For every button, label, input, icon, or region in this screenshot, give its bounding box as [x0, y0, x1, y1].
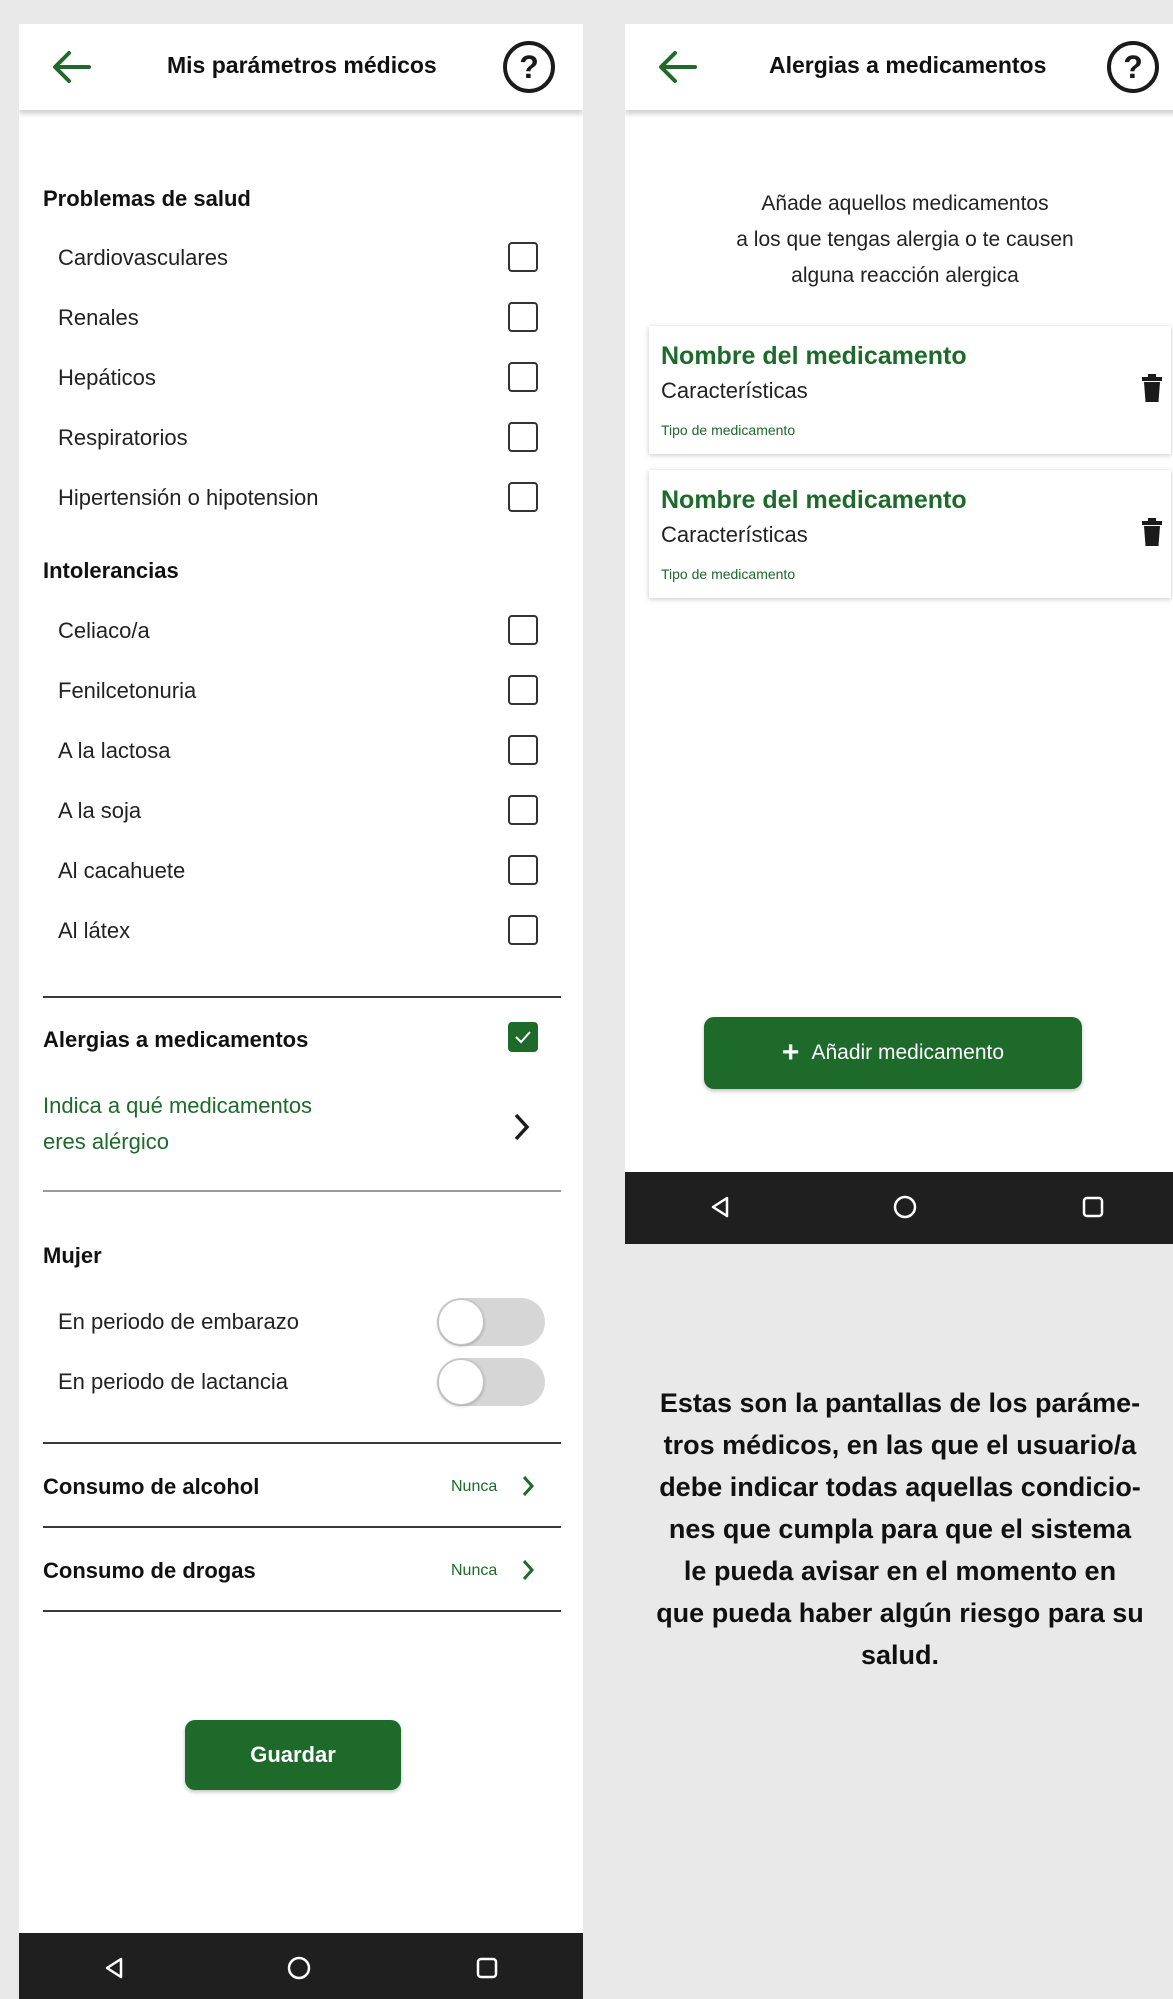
checkbox-label: Celiaco/a [58, 618, 150, 643]
medication-card[interactable]: Nombre del medicamento Características T… [649, 326, 1171, 454]
divider [43, 1442, 561, 1444]
caption-line: nes que cumpla para que el sistema [668, 1514, 1132, 1544]
checkbox-label: Al cacahuete [58, 858, 186, 883]
nav-home-icon[interactable] [286, 1955, 312, 1981]
back-arrow-icon[interactable] [655, 44, 701, 90]
caption-line: Estas son la pantallas de los paráme- [659, 1388, 1141, 1418]
checkbox-label: Hipertensión o hipotension [58, 485, 319, 510]
chevron-right-icon[interactable] [513, 1112, 531, 1142]
trash-icon[interactable] [1141, 374, 1163, 402]
section-heading-intolerances: Intolerancias [43, 558, 179, 583]
plus-icon: + [781, 1036, 800, 1069]
checkbox-lactose[interactable] [508, 735, 538, 765]
nav-back-icon[interactable] [101, 1955, 127, 1981]
toggle-label: En periodo de lactancia [58, 1369, 288, 1394]
checkbox-label: Hepáticos [58, 365, 156, 390]
checkbox-cardiovascular[interactable] [508, 242, 538, 272]
checkbox-respiratory[interactable] [508, 422, 538, 452]
add-medication-label: Añadir medicamento [811, 1041, 1005, 1064]
chevron-right-icon[interactable] [521, 1558, 535, 1582]
help-icon[interactable]: ? [503, 41, 555, 93]
app-bar: Alergias a medicamentos ? [625, 24, 1173, 110]
drugs-value[interactable]: Nunca [451, 1562, 497, 1580]
nav-recents-icon[interactable] [474, 1955, 500, 1981]
medical-params-screen: Mis parámetros médicos ? Problemas de sa… [19, 24, 583, 1999]
checkbox-label: Fenilcetonuria [58, 678, 197, 703]
intro-line: a los que tengas alergia o te causen [736, 228, 1074, 251]
checkbox-latex[interactable] [508, 915, 538, 945]
medication-card[interactable]: Nombre del medicamento Características T… [649, 470, 1171, 598]
back-arrow-icon[interactable] [49, 44, 95, 90]
page-title: Alergias a medicamentos [769, 52, 1047, 78]
medication-characteristics: Características [661, 378, 808, 403]
medication-name: Nombre del medicamento [661, 342, 967, 370]
medication-name: Nombre del medicamento [661, 486, 967, 514]
alcohol-label: Consumo de alcohol [43, 1474, 260, 1499]
checkbox-label: A la lactosa [58, 738, 171, 763]
intro-text: Añade aquellos medicamentos a los que te… [625, 186, 1173, 294]
checkbox-label: Al látex [58, 918, 131, 943]
divider [43, 1190, 561, 1192]
toggle-knob [438, 1359, 484, 1405]
nav-home-icon[interactable] [892, 1194, 918, 1220]
app-bar: Mis parámetros médicos ? [19, 24, 583, 110]
alcohol-value[interactable]: Nunca [451, 1478, 497, 1496]
checkbox-soy[interactable] [508, 795, 538, 825]
drug-allergies-screen: Alergias a medicamentos ? Añade aquellos… [625, 24, 1173, 1244]
medication-type: Tipo de medicamento [661, 566, 796, 582]
checkbox-peanut[interactable] [508, 855, 538, 885]
medication-type: Tipo de medicamento [661, 422, 796, 438]
toggle-label: En periodo de embarazo [58, 1309, 299, 1334]
section-heading-health-problems: Problemas de salud [43, 186, 251, 211]
description-caption: Estas son la pantallas de los paráme- tr… [620, 1382, 1173, 1676]
checkbox-label: A la soja [58, 798, 142, 823]
toggle-knob [438, 1299, 484, 1345]
trash-icon[interactable] [1141, 518, 1163, 546]
checkbox-celiac[interactable] [508, 615, 538, 645]
system-nav-bar [19, 1933, 583, 1999]
allergies-link-line1: Indica a qué medicamentos [43, 1093, 313, 1118]
caption-line: debe indicar todas aquellas condicio- [659, 1472, 1141, 1502]
section-heading-woman: Mujer [43, 1243, 102, 1268]
save-button[interactable]: Guardar [185, 1720, 401, 1790]
divider [43, 1610, 561, 1612]
allergies-link[interactable]: Indica a qué medicamentos eres alérgico [43, 1088, 373, 1160]
system-nav-bar [625, 1172, 1173, 1244]
chevron-right-icon[interactable] [521, 1474, 535, 1498]
nav-back-icon[interactable] [707, 1194, 733, 1220]
allergies-link-line2: eres alérgico [43, 1129, 169, 1154]
page-title: Mis parámetros médicos [167, 52, 437, 78]
intro-line: Añade aquellos medicamentos [761, 192, 1049, 215]
checkbox-renal[interactable] [508, 302, 538, 332]
check-icon [515, 1031, 531, 1044]
caption-line: tros médicos, en las que el usuario/a [663, 1430, 1137, 1460]
caption-line: salud. [860, 1640, 940, 1670]
checkbox-hepatic[interactable] [508, 362, 538, 392]
checkbox-hypertension[interactable] [508, 482, 538, 512]
checkbox-label: Cardiovasculares [58, 245, 228, 270]
nav-recents-icon[interactable] [1080, 1194, 1106, 1220]
medication-characteristics: Características [661, 522, 808, 547]
checkbox-label: Respiratorios [58, 425, 188, 450]
caption-line: le pueda avisar en el momento en [683, 1556, 1117, 1586]
divider [43, 1526, 561, 1528]
toggle-lactation[interactable] [437, 1358, 545, 1406]
checkbox-drug-allergies[interactable] [508, 1022, 538, 1052]
help-icon[interactable]: ? [1107, 41, 1159, 93]
drugs-label: Consumo de drogas [43, 1558, 256, 1583]
caption-line: que pueda haber algún riesgo para su [656, 1598, 1144, 1628]
checkbox-label: Renales [58, 305, 139, 330]
checkbox-phenylketonuria[interactable] [508, 675, 538, 705]
section-heading-drug-allergies: Alergias a medicamentos [43, 1027, 309, 1052]
divider [43, 996, 561, 998]
add-medication-button[interactable]: + Añadir medicamento [704, 1017, 1082, 1089]
toggle-pregnancy[interactable] [437, 1298, 545, 1346]
intro-line: alguna reacción alergica [791, 264, 1019, 287]
